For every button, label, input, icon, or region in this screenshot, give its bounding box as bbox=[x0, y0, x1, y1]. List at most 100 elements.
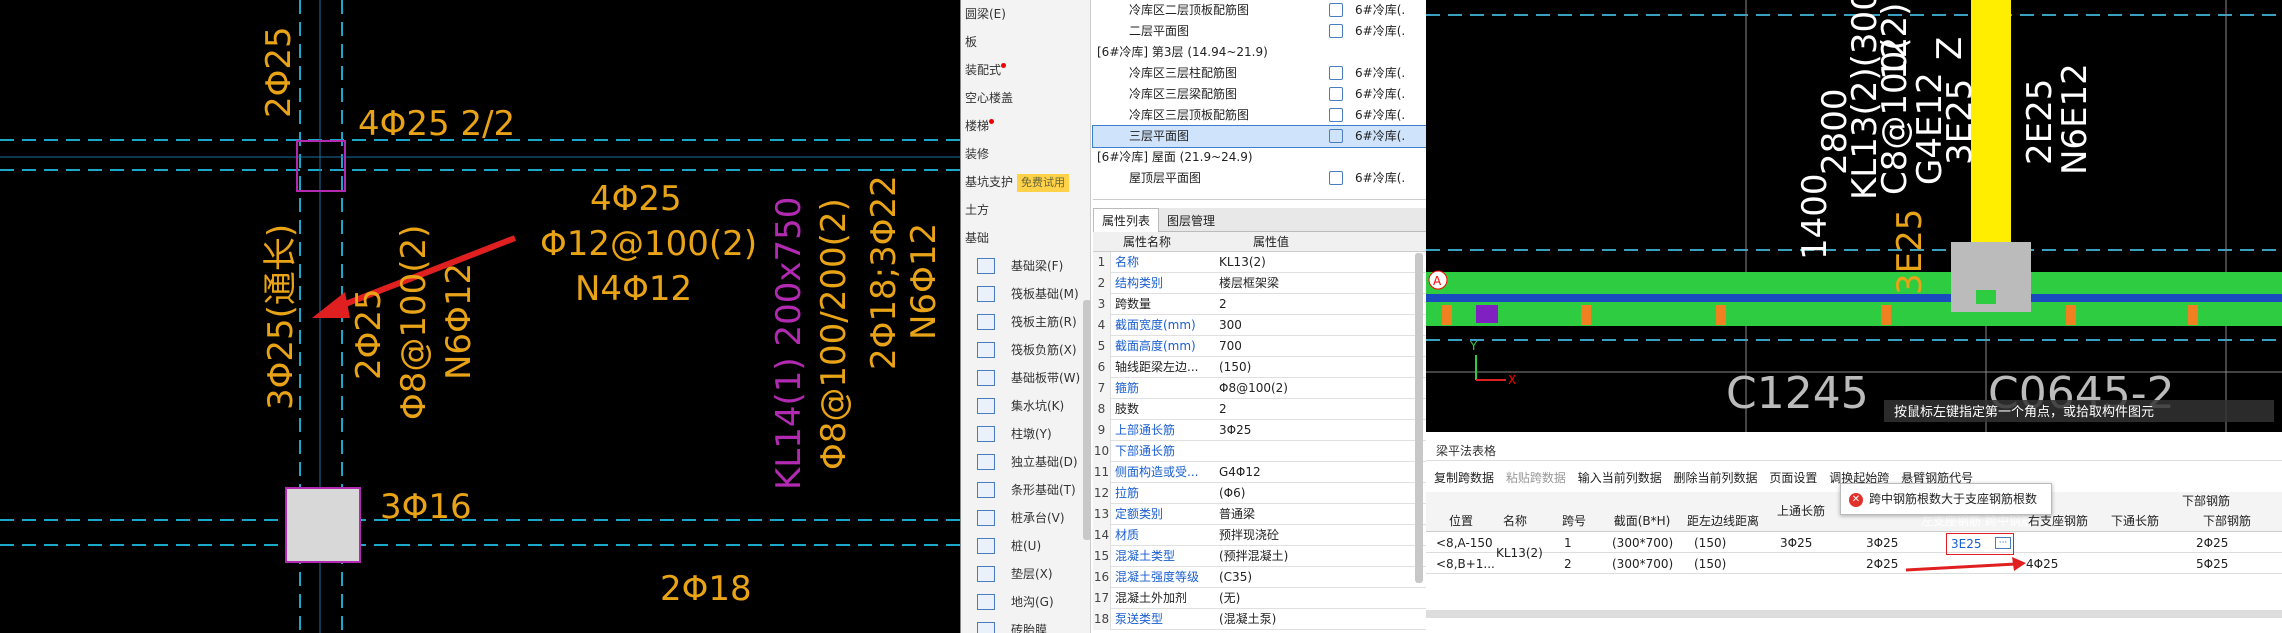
sub-item[interactable]: 独立基础(D) bbox=[961, 448, 1090, 476]
lock-icon[interactable] bbox=[1329, 108, 1343, 122]
sub-item[interactable]: 集水坑(K) bbox=[961, 392, 1090, 420]
tree-row-selected[interactable]: 三层平面图 6#冷库(. bbox=[1092, 125, 1426, 148]
grid-hscrollbar[interactable] bbox=[1426, 610, 2282, 618]
property-key: 侧面构造或受... bbox=[1115, 465, 1199, 479]
sub-item[interactable]: 筏板主筋(R) bbox=[961, 308, 1090, 336]
property-value[interactable]: (C35) bbox=[1219, 567, 1252, 588]
tab-properties[interactable]: 属性列表 bbox=[1093, 208, 1160, 233]
tree-row[interactable]: 冷库区三层梁配筋图 6#冷库(. bbox=[1093, 84, 1426, 105]
property-row[interactable]: 10 下部通长筋 bbox=[1093, 441, 1426, 462]
property-value[interactable]: KL13(2) bbox=[1219, 252, 1266, 273]
lock-icon[interactable] bbox=[1329, 3, 1343, 17]
category-item[interactable]: 圆梁(E) bbox=[961, 0, 1090, 28]
category-item[interactable]: 楼梯 bbox=[961, 112, 1090, 140]
sub-item[interactable]: 基础板带(W) bbox=[961, 364, 1090, 392]
property-row[interactable]: 15 混凝土类型 (预拌混凝土) bbox=[1093, 546, 1426, 567]
sub-item[interactable]: 条形基础(T) bbox=[961, 476, 1090, 504]
raft-main-rebar-icon bbox=[977, 314, 995, 330]
property-value[interactable]: (150) bbox=[1219, 357, 1251, 378]
tree-row[interactable]: 屋顶层平面图 6#冷库(. bbox=[1093, 168, 1426, 189]
left-label-r1: 4Φ25 bbox=[590, 179, 682, 219]
tree-row[interactable]: 二层平面图 6#冷库(. bbox=[1093, 21, 1426, 42]
lock-icon[interactable] bbox=[1329, 171, 1343, 185]
property-value[interactable]: 300 bbox=[1219, 315, 1242, 336]
lock-icon[interactable] bbox=[1329, 24, 1343, 38]
sub-item[interactable]: 基础梁(F) bbox=[961, 252, 1090, 280]
left-cad-canvas[interactable]: 2Φ25 4Φ25 2/2 4Φ25 Φ12@100(2) N4Φ12 3Φ25… bbox=[0, 0, 960, 633]
category-item[interactable]: 装修 bbox=[961, 140, 1090, 168]
property-row[interactable]: 16 混凝土强度等级 (C35) bbox=[1093, 567, 1426, 588]
category-item[interactable]: 空心楼盖 bbox=[961, 84, 1090, 112]
property-row-number: 16 bbox=[1093, 567, 1111, 588]
tree-row[interactable]: 冷库区三层柱配筋图 6#冷库(. bbox=[1093, 63, 1426, 84]
property-value[interactable]: 预拌现浇砼 bbox=[1219, 525, 1279, 546]
property-row[interactable]: 18 泵送类型 (混凝土泵) bbox=[1093, 609, 1426, 630]
sub-item[interactable]: 地沟(G) bbox=[961, 588, 1090, 616]
left-label-kl14d: N6Φ12 bbox=[904, 223, 944, 340]
left-label-v2: 2Φ25 bbox=[349, 288, 389, 380]
category-item[interactable]: 基坑支护 免费试用 bbox=[961, 168, 1090, 196]
property-row[interactable]: 5 截面高度(mm) 700 bbox=[1093, 336, 1426, 357]
tree-row[interactable]: 冷库区三层顶板配筋图 6#冷库(. bbox=[1093, 105, 1426, 126]
category-item[interactable]: 装配式 bbox=[961, 56, 1090, 84]
page-setup-button[interactable]: 页面设置 bbox=[1769, 466, 1817, 490]
property-value[interactable]: 3Φ25 bbox=[1219, 420, 1251, 441]
tree-group-row[interactable]: [6#冷库] 屋面 (21.9~24.9) bbox=[1093, 147, 1426, 168]
properties-scrollbar[interactable] bbox=[1415, 253, 1423, 583]
property-row[interactable]: 9 上部通长筋 3Φ25 bbox=[1093, 420, 1426, 441]
property-value[interactable]: 2 bbox=[1219, 399, 1227, 420]
property-row[interactable]: 12 拉筋 (Φ6) bbox=[1093, 483, 1426, 504]
property-row[interactable]: 6 轴线距梁左边... (150) bbox=[1093, 357, 1426, 378]
property-value[interactable]: 2 bbox=[1219, 294, 1227, 315]
sub-item[interactable]: 柱墩(Y) bbox=[961, 420, 1090, 448]
tree-row[interactable]: 冷库区二层顶板配筋图 6#冷库(. bbox=[1093, 0, 1426, 21]
delete-column-button[interactable]: 删除当前列数据 bbox=[1674, 466, 1758, 490]
tree-group-row[interactable]: [6#冷库] 第3层 (14.94~21.9) bbox=[1093, 42, 1426, 63]
category-label: 空心楼盖 bbox=[965, 91, 1014, 105]
property-value[interactable]: (预拌混凝土) bbox=[1219, 546, 1288, 567]
property-value[interactable]: (无) bbox=[1219, 588, 1240, 609]
tab-layers[interactable]: 图层管理 bbox=[1159, 209, 1223, 233]
paste-span-button[interactable]: 粘贴跨数据 bbox=[1506, 466, 1566, 490]
sub-item[interactable]: 桩(U) bbox=[961, 532, 1090, 560]
property-value[interactable]: 楼层框架梁 bbox=[1219, 273, 1279, 294]
lock-icon[interactable] bbox=[1329, 66, 1343, 80]
input-column-button[interactable]: 输入当前列数据 bbox=[1578, 466, 1662, 490]
left-label-kl14c: 2Φ18;3Φ22 bbox=[864, 175, 904, 370]
property-row[interactable]: 7 箍筋 Φ8@100(2) bbox=[1093, 378, 1426, 399]
property-key: 拉筋 bbox=[1115, 486, 1140, 500]
sub-item[interactable]: 垫层(X) bbox=[961, 560, 1090, 588]
sub-item[interactable]: 砖胎膜 bbox=[961, 616, 1090, 633]
property-row-number: 7 bbox=[1093, 378, 1111, 399]
tree-row-name: 二层平面图 bbox=[1129, 24, 1190, 38]
category-item[interactable]: 板 bbox=[961, 28, 1090, 56]
property-row[interactable]: 3 跨数量 2 bbox=[1093, 294, 1426, 315]
lock-icon[interactable] bbox=[1329, 87, 1343, 101]
property-row[interactable]: 11 侧面构造或受... G4Φ12 bbox=[1093, 462, 1426, 483]
category-item[interactable]: 土方 bbox=[961, 196, 1090, 224]
property-row[interactable]: 8 肢数 2 bbox=[1093, 399, 1426, 420]
right-cad-canvas[interactable]: A X Y 2800 1400 KL13(2)(300) C8@100(2)3E… bbox=[1426, 0, 2282, 432]
property-row[interactable]: 17 混凝土外加剂 (无) bbox=[1093, 588, 1426, 609]
trial-badge[interactable]: 免费试用 bbox=[1017, 174, 1070, 192]
property-row[interactable]: 13 定额类别 普通梁 bbox=[1093, 504, 1426, 525]
sub-item[interactable]: 桩承台(V) bbox=[961, 504, 1090, 532]
property-value[interactable]: 700 bbox=[1219, 336, 1242, 357]
copy-span-button[interactable]: 复制跨数据 bbox=[1434, 466, 1494, 490]
property-value[interactable]: (混凝土泵) bbox=[1219, 609, 1276, 630]
property-value[interactable]: (Φ6) bbox=[1219, 483, 1245, 504]
property-value[interactable]: Φ8@100(2) bbox=[1219, 378, 1288, 399]
lock-icon[interactable] bbox=[1329, 129, 1343, 143]
sub-item[interactable]: 筏板基础(M) bbox=[961, 280, 1090, 308]
property-row[interactable]: 14 材质 预拌现浇砼 bbox=[1093, 525, 1426, 546]
property-row-number: 17 bbox=[1093, 588, 1111, 609]
property-value[interactable]: G4Φ12 bbox=[1219, 462, 1261, 483]
category-scrollbar[interactable] bbox=[1083, 300, 1091, 540]
status-hint: 按鼠标左键指定第一个角点，或拾取构件图元 bbox=[1894, 405, 2154, 420]
sub-item[interactable]: 筏板负筋(X) bbox=[961, 336, 1090, 364]
property-row[interactable]: 1 名称 KL13(2) bbox=[1093, 252, 1426, 273]
property-value[interactable]: 普通梁 bbox=[1219, 504, 1255, 525]
property-row[interactable]: 4 截面宽度(mm) 300 bbox=[1093, 315, 1426, 336]
property-row[interactable]: 2 结构类别 楼层框架梁 bbox=[1093, 273, 1426, 294]
category-item[interactable]: 基础 bbox=[961, 224, 1090, 252]
